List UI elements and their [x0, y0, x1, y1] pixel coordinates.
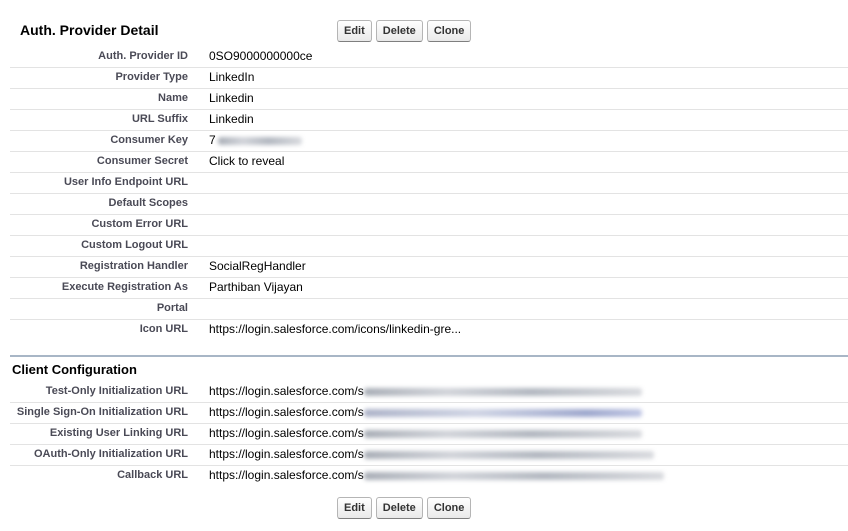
field-row-name: Name Linkedin — [10, 89, 848, 110]
field-row-callback-url: Callback URL https://login.salesforce.co… — [10, 466, 848, 487]
field-label: Provider Type — [115, 71, 188, 83]
field-value: LinkedIn — [209, 70, 255, 84]
consumer-key-visible: 7 — [209, 133, 216, 147]
field-label: Existing User Linking URL — [49, 427, 188, 439]
field-label: Consumer Key — [110, 134, 188, 146]
redacted-value — [363, 471, 664, 480]
field-label: Custom Logout URL — [81, 239, 188, 251]
field-label: URL Suffix — [131, 113, 188, 125]
field-value: https://login.salesforce.com/s — [209, 384, 642, 398]
redacted-value — [363, 429, 642, 438]
field-row-custom-logout-url: Custom Logout URL — [10, 236, 848, 257]
client-configuration-heading: Client Configuration — [12, 362, 137, 377]
top-button-bar: Edit Delete Clone — [337, 20, 472, 42]
field-row-icon-url: Icon URL https://login.salesforce.com/ic… — [10, 320, 848, 341]
url-visible: https://login.salesforce.com/s — [209, 384, 364, 398]
field-value: https://login.salesforce.com/s — [209, 405, 642, 419]
field-label: Auth. Provider ID — [98, 50, 188, 62]
field-row-test-only-init-url: Test-Only Initialization URL https://log… — [10, 382, 848, 403]
registration-handler-link[interactable]: SocialRegHandler — [209, 259, 306, 273]
field-label: Single Sign-On Initialization URL — [16, 406, 188, 418]
field-value: https://login.salesforce.com/s — [209, 468, 664, 482]
field-row-execute-registration-as: Execute Registration As Parthiban Vijaya… — [10, 278, 848, 299]
field-row-consumer-key: Consumer Key 7 — [10, 131, 848, 152]
field-label: Test-Only Initialization URL — [45, 385, 188, 397]
field-value: https://login.salesforce.com/s — [209, 447, 654, 461]
field-value: Linkedin — [209, 112, 254, 126]
field-row-custom-error-url: Custom Error URL — [10, 215, 848, 236]
field-row-registration-handler: Registration Handler SocialRegHandler — [10, 257, 848, 278]
url-visible: https://login.salesforce.com/s — [209, 426, 364, 440]
detail-title: Auth. Provider Detail — [20, 22, 159, 38]
clone-button[interactable]: Clone — [426, 20, 472, 42]
edit-button[interactable]: Edit — [337, 20, 372, 42]
field-value: https://login.salesforce.com/icons/linke… — [209, 322, 462, 336]
field-value: 0SO9000000000ce — [209, 49, 313, 63]
reveal-secret-link[interactable]: Click to reveal — [209, 154, 284, 168]
field-row-portal: Portal — [10, 299, 848, 320]
url-visible: https://login.salesforce.com/s — [209, 468, 364, 482]
field-label: Custom Error URL — [91, 218, 188, 230]
field-row-auth-provider-id: Auth. Provider ID 0SO9000000000ce — [10, 47, 848, 68]
field-row-provider-type: Provider Type LinkedIn — [10, 68, 848, 89]
redacted-value — [363, 450, 654, 459]
clone-button[interactable]: Clone — [426, 497, 472, 519]
delete-button[interactable]: Delete — [375, 20, 423, 42]
field-row-oauth-only-init-url: OAuth-Only Initialization URL https://lo… — [10, 445, 848, 466]
field-row-consumer-secret: Consumer Secret Click to reveal — [10, 152, 848, 173]
redacted-value — [363, 408, 642, 417]
field-label: Default Scopes — [108, 197, 188, 209]
field-row-single-sign-on-init-url: Single Sign-On Initialization URL https:… — [10, 403, 848, 424]
redacted-value — [363, 387, 642, 396]
field-value: https://login.salesforce.com/s — [209, 426, 642, 440]
field-label: Consumer Secret — [96, 155, 188, 167]
field-label: User Info Endpoint URL — [63, 176, 188, 188]
user-link[interactable]: Parthiban Vijayan — [209, 280, 303, 294]
section-divider — [10, 355, 848, 357]
bottom-button-bar: Edit Delete Clone — [337, 497, 472, 519]
field-label: Callback URL — [117, 469, 188, 481]
edit-button[interactable]: Edit — [337, 497, 372, 519]
delete-button[interactable]: Delete — [375, 497, 423, 519]
field-label: Name — [158, 92, 188, 104]
field-value: 7 — [209, 133, 302, 147]
field-label: Execute Registration As — [61, 281, 188, 293]
field-row-user-info-endpoint-url: User Info Endpoint URL — [10, 173, 848, 194]
field-row-url-suffix: URL Suffix Linkedin — [10, 110, 848, 131]
field-label: Registration Handler — [79, 260, 188, 272]
url-visible: https://login.salesforce.com/s — [209, 447, 364, 461]
field-label: Icon URL — [139, 323, 188, 335]
field-label: Portal — [156, 302, 188, 314]
field-row-default-scopes: Default Scopes — [10, 194, 848, 215]
redacted-value — [217, 136, 302, 145]
field-value: Linkedin — [209, 91, 254, 105]
url-visible: https://login.salesforce.com/s — [209, 405, 364, 419]
field-row-existing-user-linking-url: Existing User Linking URL https://login.… — [10, 424, 848, 445]
field-label: OAuth-Only Initialization URL — [34, 448, 188, 460]
